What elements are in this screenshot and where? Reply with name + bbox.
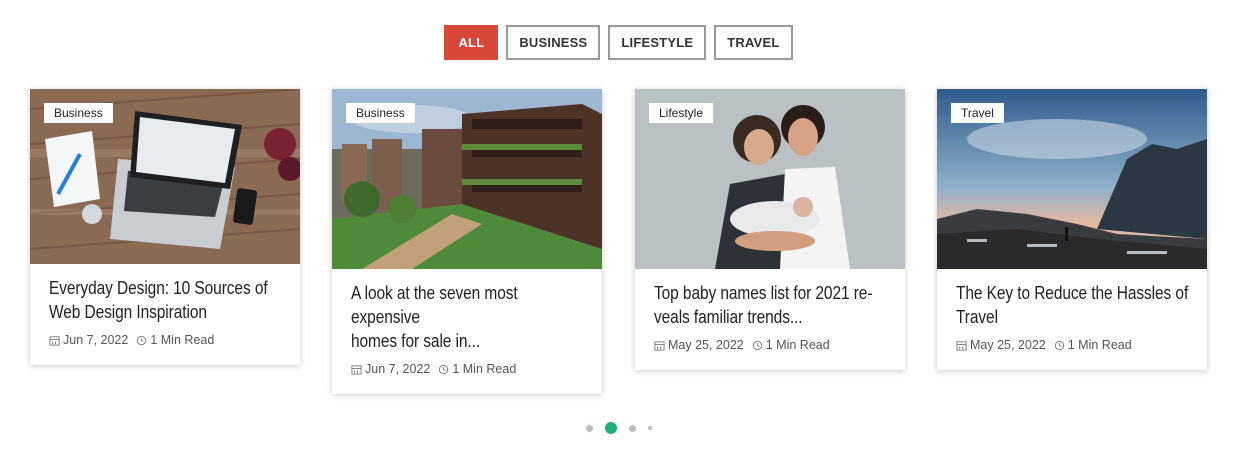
post-thumbnail[interactable]: Business <box>332 89 602 269</box>
read-time: 1 Min Read <box>452 362 517 376</box>
filter-business-button[interactable]: BUSINESS <box>506 25 601 60</box>
post-thumbnail[interactable]: Travel <box>937 89 1207 269</box>
calendar-icon <box>351 364 362 375</box>
clock-icon <box>439 364 449 374</box>
pagination-dot-active[interactable] <box>604 422 617 434</box>
read-time: 1 Min Read <box>1067 338 1132 352</box>
pagination-dot[interactable] <box>628 424 636 432</box>
post-title-line[interactable]: homes for sale in... <box>351 329 583 353</box>
filter-lifestyle-button[interactable]: LIFESTYLE <box>608 25 707 60</box>
post-thumbnail[interactable]: Business <box>30 89 300 264</box>
post-date: Jun 7, 2022 <box>365 362 431 376</box>
category-tag[interactable]: Travel <box>951 103 1004 123</box>
post-date: May 25, 2022 <box>970 338 1046 352</box>
post-title-line[interactable]: The Key to Reduce the Hassles of <box>956 281 1188 305</box>
post-card[interactable]: Lifestyle Top baby names list for 2021 r… <box>635 89 905 370</box>
post-title[interactable]: Everyday Design: 10 Sources of Web Desig… <box>49 276 281 324</box>
clock-icon <box>752 340 762 350</box>
post-title-line[interactable]: Top baby names list for 2021 re- <box>654 281 886 305</box>
category-tag[interactable]: Business <box>346 103 415 123</box>
post-title-line[interactable]: Web Design Inspiration <box>49 300 281 324</box>
post-card[interactable]: Business Everyday Design: 10 Sources of … <box>30 89 300 365</box>
category-tag[interactable]: Business <box>44 103 113 123</box>
post-thumbnail[interactable]: Lifestyle <box>635 89 905 269</box>
clock-icon <box>137 335 147 345</box>
post-title-line[interactable]: Everyday Design: 10 Sources of <box>49 276 281 300</box>
post-title[interactable]: A look at the seven most expensive homes… <box>351 281 583 353</box>
category-tag[interactable]: Lifestyle <box>649 103 714 123</box>
pagination-dot[interactable] <box>647 426 652 430</box>
clock-icon <box>1054 340 1064 350</box>
pagination-dot[interactable] <box>585 424 593 432</box>
read-time: 1 Min Read <box>150 333 215 347</box>
calendar-icon <box>956 340 967 351</box>
filter-all-button[interactable]: ALL <box>444 25 499 60</box>
post-card[interactable]: Travel The Key to Reduce the Hassles of … <box>937 89 1207 370</box>
calendar-icon <box>654 340 665 351</box>
post-title[interactable]: Top baby names list for 2021 re- veals f… <box>654 281 886 329</box>
filter-travel-button[interactable]: TRAVEL <box>714 25 793 60</box>
post-title-line[interactable]: A look at the seven most expensive <box>351 281 583 329</box>
post-title-line[interactable]: Travel <box>956 305 1188 329</box>
post-date: May 25, 2022 <box>668 338 744 352</box>
post-title-line[interactable]: veals familiar trends... <box>654 305 886 329</box>
post-date: Jun 7, 2022 <box>63 333 129 347</box>
post-card[interactable]: Business A look at the seven most expens… <box>332 89 602 394</box>
post-title[interactable]: The Key to Reduce the Hassles of Travel <box>956 281 1188 329</box>
category-filter-bar: ALL BUSINESS LIFESTYLE TRAVEL <box>0 25 1237 60</box>
calendar-icon <box>49 335 60 346</box>
carousel-pagination <box>0 422 1237 434</box>
read-time: 1 Min Read <box>765 338 830 352</box>
